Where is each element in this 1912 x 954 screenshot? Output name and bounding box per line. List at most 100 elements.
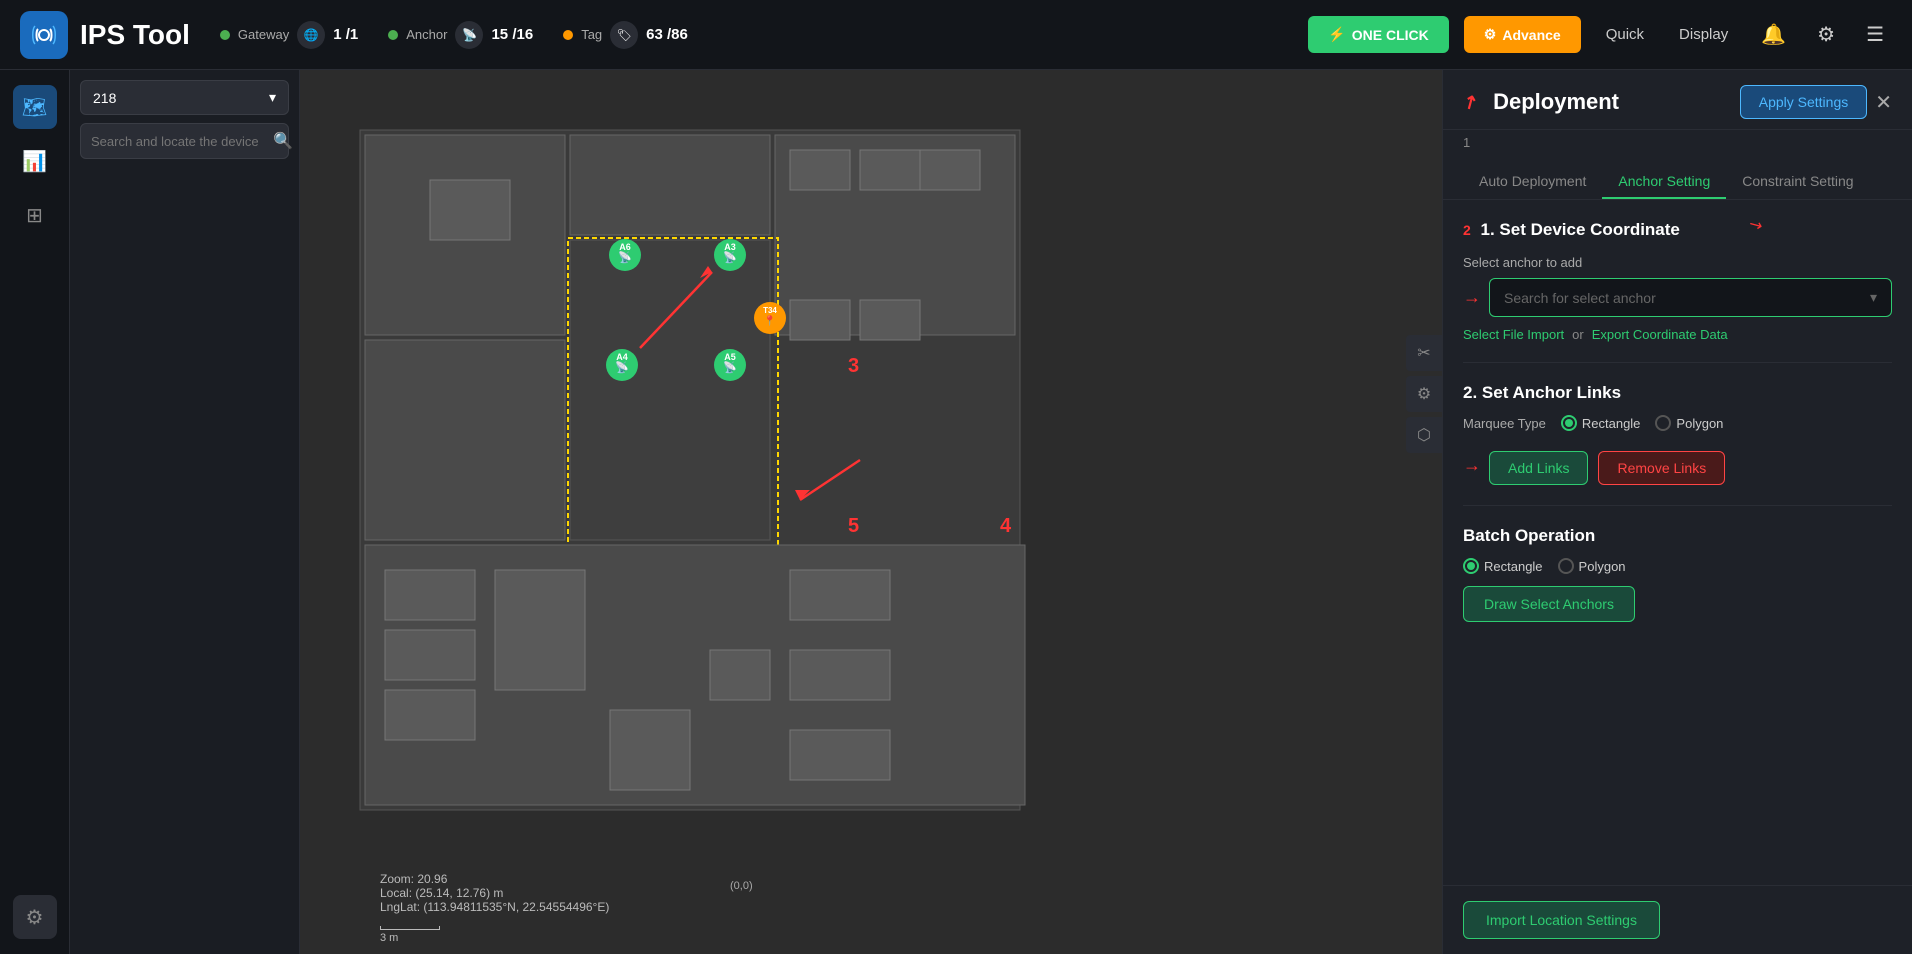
annotation-arrows: [300, 70, 1442, 954]
lnglat-label: LngLat:: [380, 900, 420, 914]
batch-rectangle-dot: [1467, 562, 1475, 570]
left-panel: 218 ▾ 🔍: [70, 70, 300, 954]
divider-2: [1463, 505, 1892, 506]
floor-dropdown-icon: ▾: [269, 89, 276, 106]
scale-bar: 3 m: [380, 926, 440, 944]
remove-links-button[interactable]: Remove Links: [1598, 451, 1725, 485]
add-links-button[interactable]: Add Links: [1489, 451, 1588, 485]
anchor-select-dropdown[interactable]: Search for select anchor ▾: [1489, 278, 1892, 317]
apply-settings-button[interactable]: Apply Settings: [1740, 85, 1868, 119]
svg-text:T34: T34: [763, 306, 777, 315]
anchor-dot: [388, 30, 398, 40]
main-area: 🗺 📊 ⊞ ⚙ 218 ▾ 🔍: [0, 70, 1912, 954]
settings-button[interactable]: ⚙: [1809, 17, 1843, 52]
logo-icon: [20, 11, 68, 59]
marquee-polygon-radio[interactable]: Polygon: [1655, 415, 1723, 431]
map-area[interactable]: A6 📡 A3 📡 A4 📡 A5 📡 T34 📍: [300, 70, 1442, 954]
draw-select-anchors-button[interactable]: Draw Select Anchors: [1463, 586, 1635, 622]
links-buttons-row: Add Links Remove Links: [1489, 451, 1725, 485]
batch-polygon-label: Polygon: [1579, 559, 1626, 574]
zoom-label: Zoom:: [380, 872, 414, 886]
arrow-to-links: →: [1463, 455, 1481, 476]
gateway-count: 1 /1: [333, 26, 358, 43]
section1-title-text: 1. Set Device Coordinate: [1481, 220, 1680, 239]
header: IPS Tool Gateway 🌐 1 /1 Anchor 📡 15 /16 …: [0, 0, 1912, 70]
batch-section: Batch Operation Rectangle Polygon Draw S…: [1463, 526, 1892, 622]
panel-tabs: Auto Deployment Anchor Setting Constrain…: [1443, 155, 1912, 200]
device-search-bar: 🔍: [80, 123, 289, 159]
arrow-to-search: →: [1463, 287, 1481, 308]
notification-button[interactable]: 🔔: [1753, 17, 1794, 52]
batch-rectangle-label: Rectangle: [1484, 559, 1543, 574]
panel-close-button[interactable]: ✕: [1875, 90, 1892, 115]
nav-display[interactable]: Display: [1669, 21, 1738, 48]
step-indicator: 1: [1443, 130, 1912, 155]
marquee-type-row: Marquee Type Rectangle Polygon: [1463, 415, 1892, 431]
sidebar-settings-button[interactable]: ⚙: [13, 895, 57, 939]
rectangle-radio-dot: [1565, 419, 1573, 427]
batch-polygon-circle: [1558, 558, 1574, 574]
marquee-label: Marquee Type: [1463, 416, 1546, 431]
section2-title: 2. Set Anchor Links: [1463, 383, 1892, 403]
sidebar-item-grid[interactable]: ⊞: [13, 193, 57, 237]
svg-text:A6: A6: [619, 242, 631, 252]
floor-select[interactable]: 218 ▾: [80, 80, 289, 115]
marquee-radio-group: Rectangle Polygon: [1561, 415, 1724, 431]
anchor-icon: 📡: [455, 21, 483, 49]
tag-label: Tag: [581, 27, 602, 42]
tag-icon: 🏷: [610, 21, 638, 49]
tag-dot: [563, 30, 573, 40]
gateway-status: Gateway 🌐 1 /1: [220, 21, 358, 49]
anchor-select-placeholder: Search for select anchor: [1504, 290, 1656, 306]
oneclick-button[interactable]: ⚡ ONE CLICK: [1308, 16, 1448, 53]
search-icon: 🔍: [273, 131, 293, 151]
batch-radio-row: Rectangle Polygon: [1463, 558, 1892, 574]
map-overlay-svg: A6 📡 A3 📡 A4 📡 A5 📡 T34 📍: [300, 70, 1442, 954]
advance-label: Advance: [1502, 27, 1560, 43]
nav-quick[interactable]: Quick: [1596, 21, 1654, 48]
oneclick-icon: ⚡: [1328, 26, 1345, 43]
right-panel: ↗ Deployment Apply Settings ✕ 1 Auto Dep…: [1442, 70, 1912, 954]
panel-header: ↗ Deployment Apply Settings ✕: [1443, 70, 1912, 130]
svg-text:📡: 📡: [723, 250, 737, 264]
menu-button[interactable]: ☰: [1858, 17, 1892, 52]
rectangle-label: Rectangle: [1582, 416, 1641, 431]
advance-icon: ⚙: [1484, 26, 1497, 43]
step2-badge: 2: [1463, 222, 1471, 238]
search-row: → Search for select anchor ▾: [1463, 278, 1892, 317]
sidebar-item-analytics[interactable]: 📊: [13, 139, 57, 183]
settings-icon-btn[interactable]: ⚙: [1406, 376, 1442, 412]
local-info: Local: (25.14, 12.76) m: [380, 886, 609, 900]
sidebar-item-map[interactable]: 🗺: [13, 85, 57, 129]
tab-constraint-setting[interactable]: Constraint Setting: [1726, 165, 1869, 199]
batch-polygon-radio[interactable]: Polygon: [1558, 558, 1626, 574]
app-title: IPS Tool: [80, 19, 190, 51]
gateway-label: Gateway: [238, 27, 289, 42]
tab-anchor-setting[interactable]: Anchor Setting: [1602, 165, 1726, 199]
dropdown-arrow-icon: ▾: [1870, 289, 1877, 306]
import-export-row: Select File Import or Export Coordinate …: [1463, 327, 1892, 342]
svg-text:A3: A3: [724, 242, 736, 252]
scissor-icon-btn[interactable]: ✂: [1406, 335, 1442, 371]
svg-text:📡: 📡: [723, 360, 737, 374]
device-search-input[interactable]: [91, 134, 267, 149]
lnglat-value: (113.94811535°N, 22.54554496°E): [423, 900, 609, 914]
export-coordinate-link[interactable]: Export Coordinate Data: [1592, 327, 1728, 342]
panel-footer: Import Location Settings: [1443, 885, 1912, 954]
polygon-radio-circle: [1655, 415, 1671, 431]
svg-text:5: 5: [848, 515, 859, 537]
import-location-settings-button[interactable]: Import Location Settings: [1463, 901, 1660, 939]
device-status: Gateway 🌐 1 /1 Anchor 📡 15 /16 Tag 🏷 63 …: [220, 21, 1308, 49]
marquee-rectangle-radio[interactable]: Rectangle: [1561, 415, 1641, 431]
tab-auto-deployment[interactable]: Auto Deployment: [1463, 165, 1602, 199]
batch-title: Batch Operation: [1463, 526, 1892, 546]
batch-rectangle-radio[interactable]: Rectangle: [1463, 558, 1543, 574]
svg-text:3: 3: [848, 355, 859, 377]
advance-button[interactable]: ⚙ Advance: [1464, 16, 1581, 53]
gateway-dot: [220, 30, 230, 40]
header-right: ⚡ ONE CLICK ⚙ Advance Quick Display 🔔 ⚙ …: [1308, 16, 1892, 53]
select-file-import-link[interactable]: Select File Import: [1463, 327, 1564, 342]
anchor-field-label: Select anchor to add: [1463, 255, 1892, 270]
layers-icon-btn[interactable]: ⬡: [1406, 417, 1442, 453]
local-value: (25.14, 12.76) m: [415, 886, 503, 900]
